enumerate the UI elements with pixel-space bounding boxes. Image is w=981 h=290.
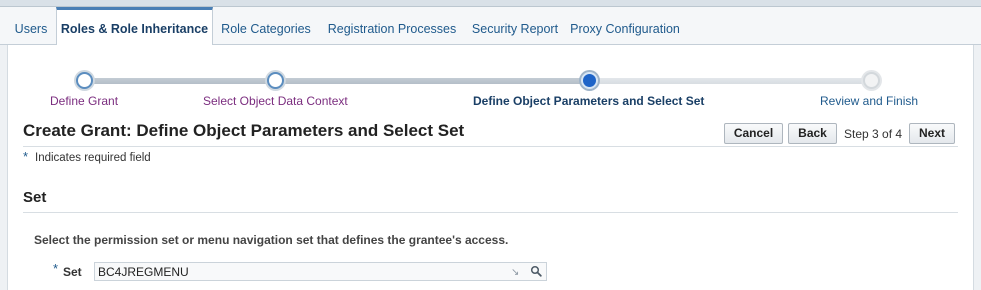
top-bar (0, 0, 981, 7)
cancel-button[interactable]: Cancel (724, 123, 783, 144)
tab-registration-processes[interactable]: Registration Processes (321, 7, 463, 45)
set-required-star-icon: * (53, 261, 59, 276)
set-field-label: Set (63, 265, 82, 279)
next-button[interactable]: Next (909, 123, 955, 144)
set-instruction: Select the permission set or menu naviga… (34, 233, 509, 247)
tab-security-report[interactable]: Security Report (468, 7, 562, 45)
train-stop-define-grant[interactable] (76, 72, 93, 89)
tab-roles-role-inheritance[interactable]: Roles & Role Inheritance (56, 7, 213, 46)
set-input[interactable] (94, 262, 547, 281)
step-indicator: Step 3 of 4 (844, 127, 903, 141)
train-stop-select-object-data-context[interactable] (267, 72, 284, 89)
train-label-review-and-finish: Review and Finish (820, 94, 919, 108)
tab-proxy-configuration[interactable]: Proxy Configuration (566, 7, 684, 45)
page-title: Create Grant: Define Object Parameters a… (23, 121, 465, 140)
tab-bar: Users Roles & Role Inheritance Role Cate… (0, 7, 981, 46)
resize-corner-icon: ↘ (511, 267, 520, 278)
train-stop-define-object-parameters (581, 72, 598, 89)
title-divider (23, 146, 958, 147)
set-section-header: Set (23, 189, 47, 206)
tab-role-categories[interactable]: Role Categories (216, 7, 316, 45)
required-star-icon: * (23, 149, 29, 164)
train-label-define-grant[interactable]: Define Grant (50, 94, 118, 108)
train-label-select-object-data-context[interactable]: Select Object Data Context (203, 94, 348, 108)
right-gutter (974, 45, 981, 290)
back-button[interactable]: Back (788, 123, 837, 144)
train-track-completed (84, 78, 590, 84)
required-field-note: Indicates required field (35, 152, 151, 164)
left-gutter (0, 45, 7, 290)
tab-users[interactable]: Users (6, 7, 56, 45)
section-divider (23, 212, 958, 213)
train-stop-review-and-finish (863, 72, 880, 89)
search-icon[interactable] (530, 265, 542, 277)
train-label-define-object-parameters: Define Object Parameters and Select Set (473, 94, 705, 108)
train-track-remaining (590, 78, 872, 84)
page-frame: Users Roles & Role Inheritance Role Cate… (0, 0, 981, 290)
